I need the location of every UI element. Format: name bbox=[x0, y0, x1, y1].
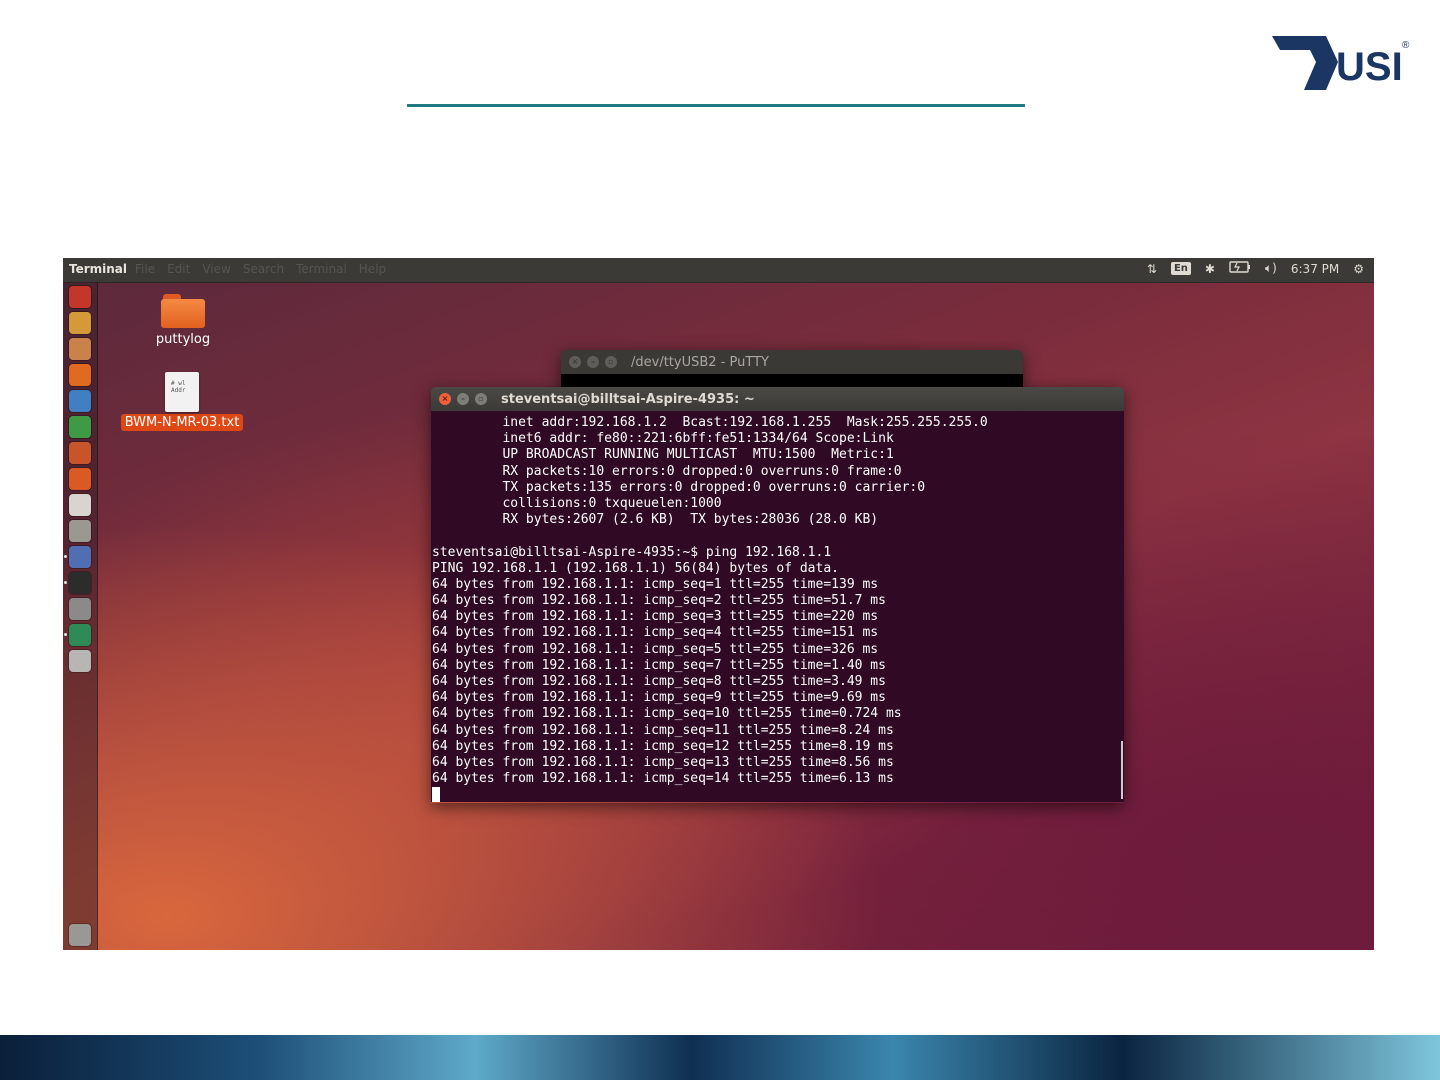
logo-text: USI bbox=[1336, 45, 1403, 89]
libreoffice-writer-icon[interactable] bbox=[69, 390, 91, 412]
terminal-line: 64 bytes from 192.168.1.1: icmp_seq=11 t… bbox=[432, 722, 894, 738]
terminal-line: 64 bytes from 192.168.1.1: icmp_seq=9 tt… bbox=[432, 690, 886, 706]
menu-help[interactable]: Help bbox=[359, 262, 386, 276]
menu-view[interactable]: View bbox=[202, 262, 230, 276]
text-file-icon: # wl Addr bbox=[165, 372, 199, 412]
desktop-icon-label: puttylog bbox=[155, 332, 211, 347]
active-app-title: Terminal bbox=[69, 262, 128, 276]
terminal-line: 64 bytes from 192.168.1.1: icmp_seq=14 t… bbox=[432, 771, 894, 787]
svg-text:®: ® bbox=[1402, 40, 1410, 51]
terminal-scrollbar[interactable] bbox=[1121, 741, 1123, 799]
terminal-line: 64 bytes from 192.168.1.1: icmp_seq=1 tt… bbox=[432, 576, 879, 592]
folder-icon bbox=[161, 294, 205, 328]
terminal-line: UP BROADCAST RUNNING MULTICAST MTU:1500 … bbox=[432, 447, 894, 463]
terminal-line: steventsai@billtsai-Aspire-4935:~$ ping … bbox=[432, 544, 832, 560]
terminal-output[interactable]: inet addr:192.168.1.2 Bcast:192.168.1.25… bbox=[431, 411, 1124, 803]
trash-icon[interactable] bbox=[69, 924, 91, 946]
terminal-line: inet6 addr: fe80::221:6bff:fe51:1334/64 … bbox=[432, 431, 894, 447]
firefox-icon[interactable] bbox=[69, 364, 91, 386]
running-indicator bbox=[64, 555, 67, 558]
clock[interactable]: 6:37 PM bbox=[1291, 262, 1339, 276]
terminal-line: 64 bytes from 192.168.1.1: icmp_seq=8 tt… bbox=[432, 674, 886, 689]
putty-window[interactable]: × – ▫ /dev/ttyUSB2 - PuTTY bbox=[561, 350, 1023, 390]
libreoffice-impress-icon[interactable] bbox=[69, 442, 91, 464]
system-tray: ⇅ En ✱ 🔈︎) 6:37 PM ⚙ bbox=[1147, 261, 1364, 276]
screenshot-icon[interactable] bbox=[69, 598, 91, 620]
terminal-line: TX packets:135 errors:0 dropped:0 overru… bbox=[432, 479, 926, 495]
usi-logo: USI ® bbox=[1272, 36, 1410, 90]
network-arrows-icon[interactable]: ⇅ bbox=[1147, 262, 1157, 276]
minimize-icon[interactable]: – bbox=[587, 356, 599, 368]
launcher bbox=[63, 282, 98, 950]
terminal-line: 64 bytes from 192.168.1.1: icmp_seq=3 tt… bbox=[432, 609, 879, 625]
close-icon[interactable]: × bbox=[439, 393, 451, 405]
close-icon[interactable]: × bbox=[569, 356, 581, 368]
libreoffice-calc-icon[interactable] bbox=[69, 416, 91, 438]
app-menu: File Edit View Search Terminal Help bbox=[135, 262, 386, 276]
slide-footer-band bbox=[0, 1035, 1440, 1080]
files-icon[interactable] bbox=[69, 338, 91, 360]
terminal-line: 64 bytes from 192.168.1.1: icmp_seq=10 t… bbox=[432, 706, 902, 722]
ubuntu-desktop: Terminal File Edit View Search Terminal … bbox=[63, 258, 1374, 950]
top-panel: Terminal File Edit View Search Terminal … bbox=[63, 258, 1374, 283]
terminal-line: 64 bytes from 192.168.1.1: icmp_seq=5 tt… bbox=[432, 641, 879, 657]
amazon-icon[interactable] bbox=[69, 494, 91, 516]
running-indicator bbox=[64, 581, 67, 584]
minimize-icon[interactable]: – bbox=[457, 393, 469, 405]
terminal-line: RX bytes:2607 (2.6 KB) TX bytes:28036 (2… bbox=[432, 512, 879, 528]
window-title: /dev/ttyUSB2 - PuTTY bbox=[631, 355, 769, 370]
desktop-icon-label: BWM-N-MR-03.txt bbox=[120, 414, 244, 431]
slide-title-rule bbox=[407, 104, 1025, 107]
keyboard-layout-indicator[interactable]: En bbox=[1170, 262, 1191, 275]
file-preview: # wl Addr bbox=[171, 380, 186, 394]
terminal-line: RX packets:10 errors:0 dropped:0 overrun… bbox=[432, 463, 902, 479]
putty-titlebar[interactable]: × – ▫ /dev/ttyUSB2 - PuTTY bbox=[561, 350, 1023, 374]
system-settings-icon[interactable] bbox=[69, 520, 91, 542]
battery-icon[interactable] bbox=[1229, 261, 1251, 276]
window-title: steventsai@billtsai-Aspire-4935: ~ bbox=[501, 392, 755, 407]
volume-icon[interactable]: 🔈︎) bbox=[1265, 261, 1277, 276]
terminal-line: 64 bytes from 192.168.1.1: icmp_seq=4 tt… bbox=[432, 625, 879, 641]
bluetooth-icon[interactable]: ✱ bbox=[1205, 262, 1215, 276]
software-properties-icon[interactable] bbox=[69, 624, 91, 646]
network-tool-icon[interactable] bbox=[69, 546, 91, 568]
terminal-line: PING 192.168.1.1 (192.168.1.1) 56(84) by… bbox=[432, 560, 839, 576]
maximize-icon[interactable]: ▫ bbox=[475, 393, 487, 405]
menu-search[interactable]: Search bbox=[243, 262, 284, 276]
terminal-line: inet addr:192.168.1.2 Bcast:192.168.1.25… bbox=[432, 415, 988, 430]
dash-home-icon[interactable] bbox=[69, 286, 91, 308]
terminal-line: 64 bytes from 192.168.1.1: icmp_seq=2 tt… bbox=[432, 593, 886, 609]
terminal-line: 64 bytes from 192.168.1.1: icmp_seq=13 t… bbox=[432, 754, 894, 770]
menu-edit[interactable]: Edit bbox=[167, 262, 190, 276]
menu-terminal[interactable]: Terminal bbox=[296, 262, 347, 276]
terminal-line: 64 bytes from 192.168.1.1: icmp_seq=7 tt… bbox=[432, 657, 886, 673]
terminal-icon[interactable] bbox=[69, 572, 91, 594]
terminal-titlebar[interactable]: × – ▫ steventsai@billtsai-Aspire-4935: ~ bbox=[431, 387, 1124, 411]
ubuntu-software-center-icon[interactable] bbox=[69, 468, 91, 490]
menu-file[interactable]: File bbox=[135, 262, 155, 276]
desktop-icon-puttylog[interactable]: puttylog bbox=[145, 294, 221, 347]
running-indicator bbox=[64, 633, 67, 636]
terminal-window[interactable]: × – ▫ steventsai@billtsai-Aspire-4935: ~… bbox=[431, 387, 1124, 803]
maximize-icon[interactable]: ▫ bbox=[605, 356, 617, 368]
terminal-cursor bbox=[432, 787, 1124, 803]
desktop-icon-bwm-file[interactable]: # wl Addr BWM-N-MR-03.txt bbox=[119, 372, 245, 431]
drive-icon[interactable] bbox=[69, 650, 91, 672]
terminal-line: collisions:0 txqueuelen:1000 bbox=[432, 495, 722, 511]
terminal-line: 64 bytes from 192.168.1.1: icmp_seq=12 t… bbox=[432, 738, 894, 754]
software-updater-icon[interactable] bbox=[69, 312, 91, 334]
session-gear-icon[interactable]: ⚙ bbox=[1353, 262, 1364, 276]
